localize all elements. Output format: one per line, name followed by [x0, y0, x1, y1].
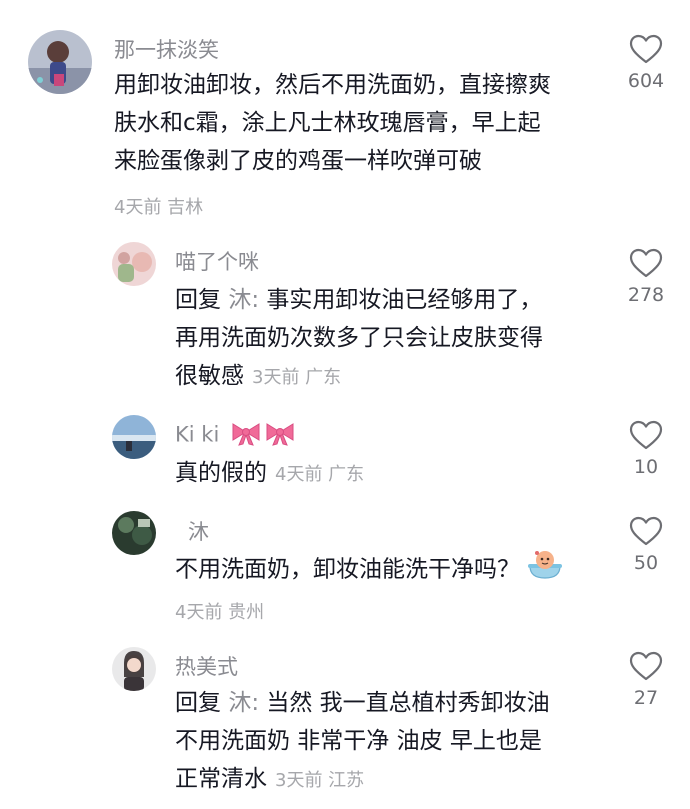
comment-text-line: 很敏感 [175, 363, 244, 389]
username-text: Ki ki [175, 422, 220, 447]
comment-text-line: 真的假的 [175, 460, 267, 486]
comment-meta: 4天前 吉林 [114, 197, 204, 218]
avatar[interactable] [112, 647, 156, 691]
like-count: 604 [627, 70, 665, 92]
heart-outline-icon [616, 34, 676, 64]
comment-username[interactable]: 热美式 [175, 651, 238, 681]
like-count: 50 [633, 552, 659, 574]
like-button[interactable]: 50 [616, 516, 676, 574]
comment-username[interactable]: 沐 [188, 516, 209, 546]
comment-meta: 3天前 江苏 [275, 770, 365, 791]
like-button[interactable]: 27 [616, 651, 676, 709]
reply-item: Ki ki 真的假的 4天前 广东 10 [0, 405, 690, 505]
comment-username[interactable]: 喵了个咪 [175, 246, 259, 276]
heart-outline-icon [616, 248, 676, 278]
comment-text-line: 再用洗面奶次数多了只会让皮肤变得 [175, 325, 543, 351]
reply-target[interactable]: 沐: [228, 287, 259, 313]
comment-text-line: 事实用卸妆油已经够用了， [266, 287, 543, 313]
heart-outline-icon [616, 651, 676, 681]
reply-prefix: 回复 [175, 287, 221, 313]
comment-username[interactable]: Ki ki [175, 420, 296, 451]
heart-outline-icon [616, 420, 676, 450]
comment-item: 那一抹淡笑 用卸妆油卸妆，然后不用洗面奶，直接擦爽 肤水和c霜，涂上凡士林玫瑰唇… [0, 0, 690, 225]
comment-text-line: 正常清水 [175, 766, 267, 792]
bathing-face-emoji [527, 548, 563, 592]
like-count: 27 [633, 687, 659, 709]
reply-item: 热美式 回复 沐: 当然 我一直总植村秀卸妆油 不用洗面奶 非常干净 油皮 早上… [0, 635, 690, 809]
comment-username[interactable]: 那一抹淡笑 [114, 34, 219, 64]
comment-meta: 4天前 贵州 [175, 602, 265, 623]
comment-text: 不用洗面奶，卸妆油能洗干净吗？ [175, 548, 605, 592]
avatar[interactable] [112, 415, 156, 459]
avatar[interactable] [112, 242, 156, 286]
comment-meta: 4天前 广东 [275, 464, 365, 485]
comment-text: 回复 沐: 当然 我一直总植村秀卸妆油 不用洗面奶 非常干净 油皮 早上也是 正… [175, 684, 595, 800]
like-count: 10 [633, 456, 659, 478]
comment-meta: 3天前 广东 [252, 367, 342, 388]
comment-text-line: 不用洗面奶 非常干净 油皮 早上也是 [175, 728, 542, 754]
comment-text: 真的假的 4天前 广东 [175, 454, 595, 494]
avatar[interactable] [112, 511, 156, 555]
comment-text-line: 来脸蛋像剥了皮的鸡蛋一样吹弹可破 [114, 148, 482, 174]
like-button[interactable]: 604 [616, 34, 676, 92]
reply-item: 沐 不用洗面奶，卸妆油能洗干净吗？ 4天前 贵州 50 [0, 505, 690, 635]
like-button[interactable]: 278 [616, 248, 676, 306]
reply-target[interactable]: 沐: [228, 690, 259, 716]
comment-text-line: 肤水和c霜，涂上凡士林玫瑰唇膏，早上起 [114, 110, 541, 136]
heart-outline-icon [616, 516, 676, 546]
comment-text-line: 当然 我一直总植村秀卸妆油 [266, 690, 550, 716]
reply-prefix: 回复 [175, 690, 221, 716]
like-button[interactable]: 10 [616, 420, 676, 478]
avatar[interactable] [28, 30, 92, 94]
like-count: 278 [627, 284, 665, 306]
comment-text: 用卸妆油卸妆，然后不用洗面奶，直接擦爽 肤水和c霜，涂上凡士林玫瑰唇膏，早上起 … [114, 66, 604, 180]
comment-text: 回复 沐: 事实用卸妆油已经够用了， 再用洗面奶次数多了只会让皮肤变得 很敏感 3… [175, 281, 595, 397]
bow-emoji [230, 420, 296, 451]
comment-text-line: 不用洗面奶，卸妆油能洗干净吗？ [175, 556, 520, 583]
comment-text-line: 用卸妆油卸妆，然后不用洗面奶，直接擦爽 [114, 72, 551, 98]
reply-item: 喵了个咪 回复 沐: 事实用卸妆油已经够用了， 再用洗面奶次数多了只会让皮肤变得… [0, 225, 690, 405]
